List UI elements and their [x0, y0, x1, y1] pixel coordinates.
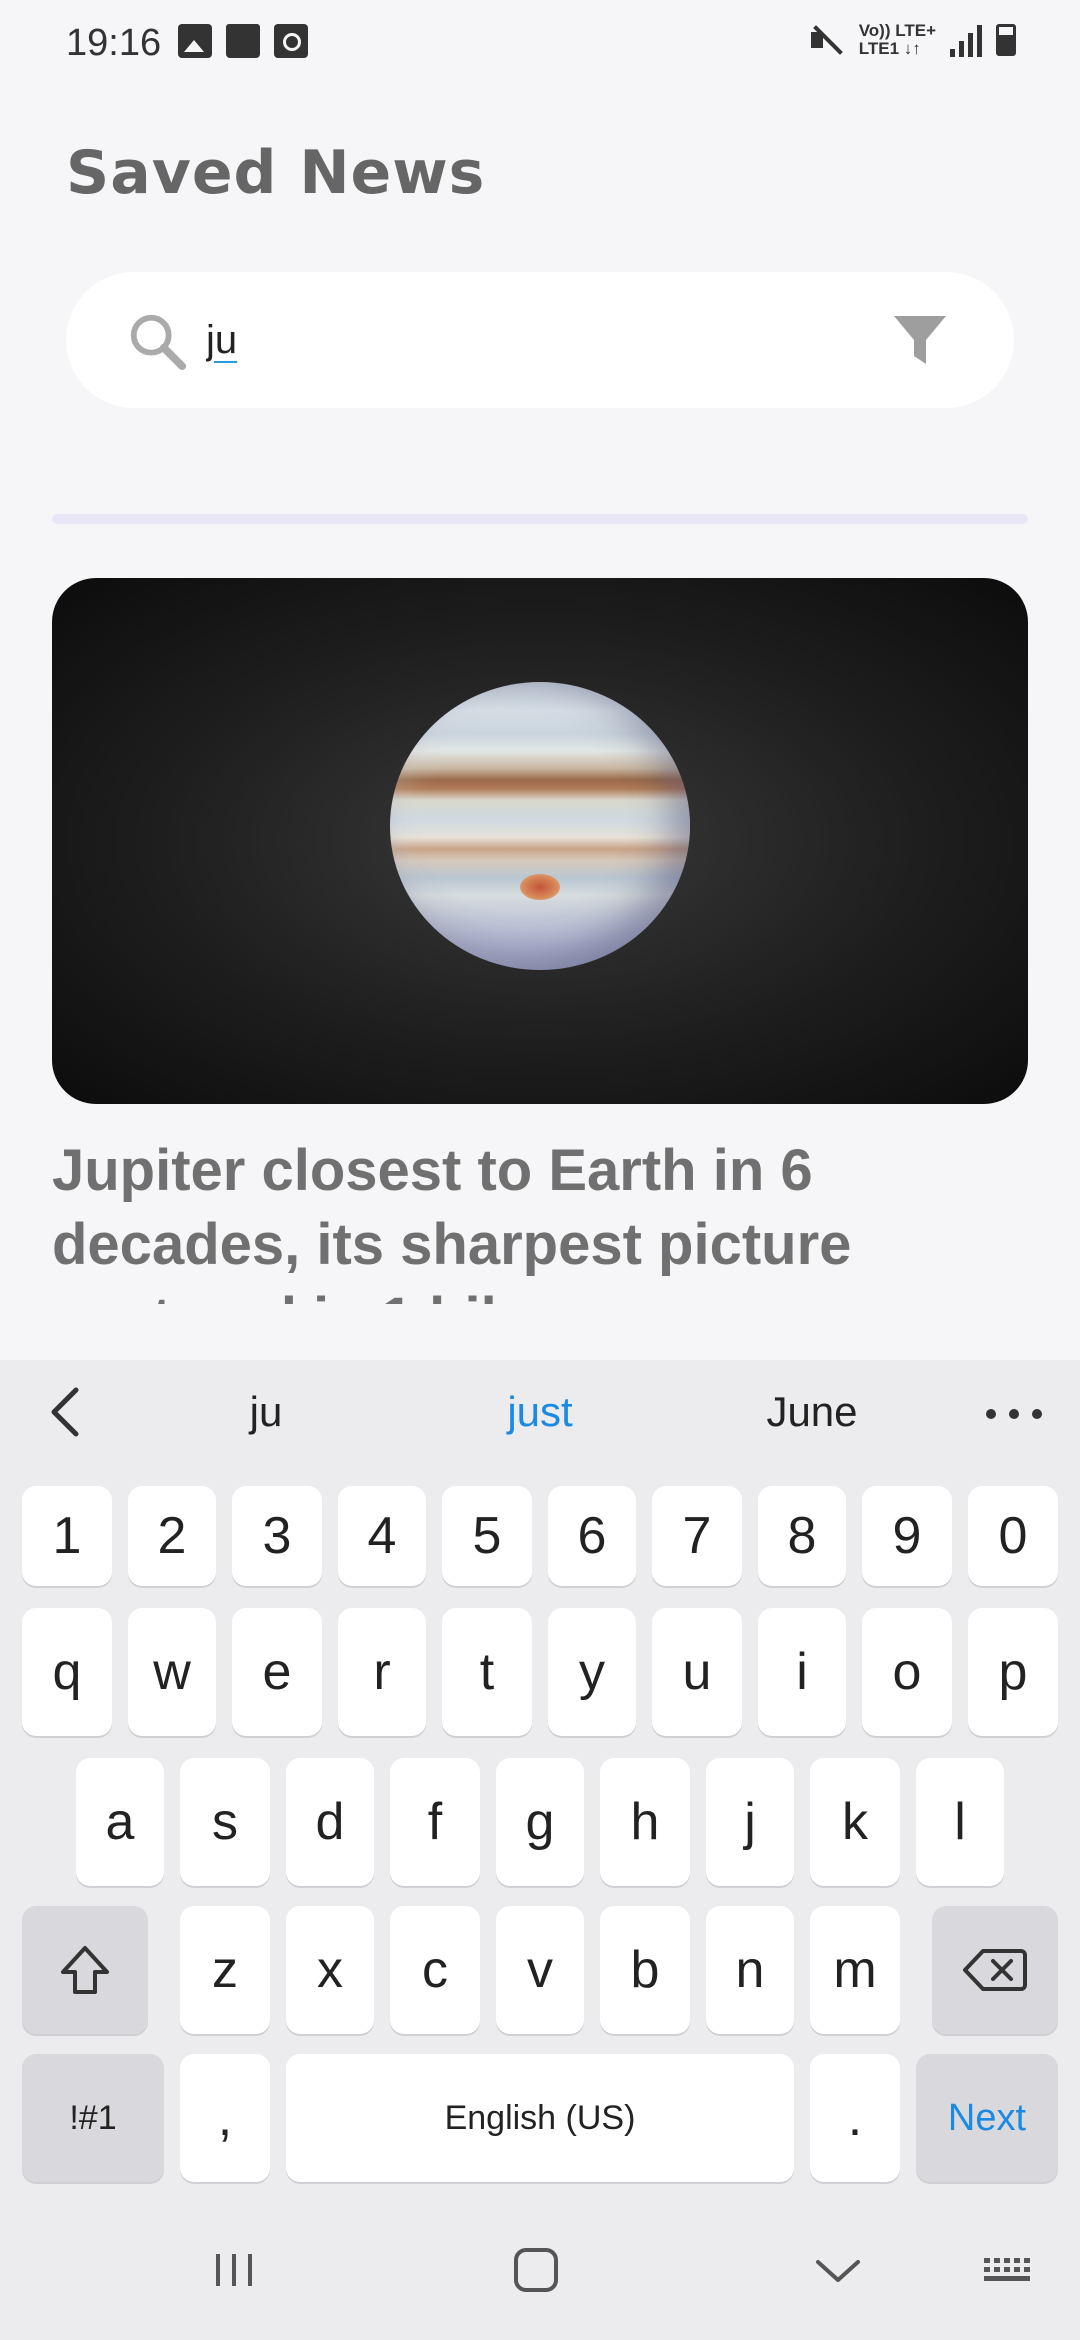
keyboard: ju just June 1 2 3 4 5 6 7 8 9 0 q w e r…: [0, 1360, 1080, 2340]
gallery-notification-icon: [178, 24, 212, 58]
key-b[interactable]: b: [600, 1906, 690, 2034]
period-key[interactable]: .: [810, 2054, 900, 2182]
key-6[interactable]: 6: [548, 1486, 636, 1586]
folder-notification-icon: [226, 24, 260, 58]
battery-icon: [996, 24, 1016, 56]
key-n[interactable]: n: [706, 1906, 794, 2034]
hide-keyboard-icon[interactable]: [808, 2248, 868, 2292]
key-i[interactable]: i: [758, 1608, 846, 1736]
key-3[interactable]: 3: [232, 1486, 322, 1586]
backspace-icon: [963, 1949, 1027, 1991]
key-8[interactable]: 8: [758, 1486, 846, 1586]
network-label-top: Vo)) LTE+: [858, 21, 936, 40]
filter-icon[interactable]: [892, 312, 948, 368]
key-s[interactable]: s: [180, 1758, 270, 1886]
jupiter-image: [390, 682, 690, 970]
search-bar[interactable]: [66, 272, 1014, 408]
article-image[interactable]: [52, 578, 1028, 1104]
article-title-cutoff: captured in 1 bil...: [52, 1286, 545, 1304]
key-2[interactable]: 2: [128, 1486, 216, 1586]
comma-key[interactable]: ,: [180, 2054, 270, 2182]
key-p[interactable]: p: [968, 1608, 1058, 1736]
divider: [52, 514, 1028, 524]
suggestion-1[interactable]: ju: [166, 1388, 366, 1436]
key-c[interactable]: c: [390, 1906, 480, 2034]
key-d[interactable]: d: [286, 1758, 374, 1886]
network-label: Vo)) LTE+ LTE1 ↓↑: [859, 22, 936, 58]
key-j[interactable]: j: [706, 1758, 794, 1886]
key-y[interactable]: y: [548, 1608, 636, 1736]
key-l[interactable]: l: [916, 1758, 1004, 1886]
key-7[interactable]: 7: [652, 1486, 742, 1586]
key-w[interactable]: w: [128, 1608, 216, 1736]
search-icon: [130, 314, 187, 371]
chevron-left-icon[interactable]: [40, 1384, 96, 1440]
symbols-key[interactable]: !#1: [22, 2054, 164, 2182]
network-label-bottom: LTE1 ↓↑: [858, 39, 921, 58]
key-r[interactable]: r: [338, 1608, 426, 1736]
home-icon[interactable]: [506, 2248, 566, 2292]
status-bar: 19:16 Vo)) LTE+ LTE1 ↓↑: [0, 0, 1080, 84]
key-g[interactable]: g: [496, 1758, 584, 1886]
key-o[interactable]: o: [862, 1608, 952, 1736]
key-m[interactable]: m: [810, 1906, 900, 2034]
next-key[interactable]: Next: [916, 2054, 1058, 2182]
article-title-text: Jupiter closest to Earth in 6 decades, i…: [52, 1138, 852, 1277]
notification-icons: [178, 24, 308, 58]
clock-notification-icon: [274, 24, 308, 58]
recent-apps-icon[interactable]: [204, 2248, 264, 2292]
suggestion-2[interactable]: just: [440, 1388, 640, 1436]
suggestion-bar: ju just June: [0, 1360, 1080, 1464]
mute-icon: [809, 22, 845, 58]
signal-icon: [950, 23, 982, 57]
key-0[interactable]: 0: [968, 1486, 1058, 1586]
shift-key[interactable]: [22, 1906, 148, 2034]
page-title: Saved News: [66, 138, 486, 208]
key-u[interactable]: u: [652, 1608, 742, 1736]
suggestion-3[interactable]: June: [712, 1388, 912, 1436]
key-q[interactable]: q: [22, 1608, 112, 1736]
key-1[interactable]: 1: [22, 1486, 112, 1586]
key-4[interactable]: 4: [338, 1486, 426, 1586]
shift-icon: [61, 1946, 109, 1994]
article-title[interactable]: Jupiter closest to Earth in 6 decades, i…: [52, 1134, 1028, 1304]
keyboard-icon[interactable]: [980, 2248, 1036, 2292]
key-f[interactable]: f: [390, 1758, 480, 1886]
backspace-key[interactable]: [932, 1906, 1058, 2034]
system-status-icons: Vo)) LTE+ LTE1 ↓↑: [809, 22, 1016, 58]
key-9[interactable]: 9: [862, 1486, 952, 1586]
navigation-bar: [0, 2200, 1080, 2340]
space-key[interactable]: English (US): [286, 2054, 794, 2182]
key-h[interactable]: h: [600, 1758, 690, 1886]
key-k[interactable]: k: [810, 1758, 900, 1886]
key-a[interactable]: a: [76, 1758, 164, 1886]
key-5[interactable]: 5: [442, 1486, 532, 1586]
key-t[interactable]: t: [442, 1608, 532, 1736]
status-time: 19:16: [66, 22, 162, 64]
key-x[interactable]: x: [286, 1906, 374, 2034]
great-red-spot: [520, 874, 560, 900]
key-e[interactable]: e: [232, 1608, 322, 1736]
more-dots-icon[interactable]: [986, 1386, 1042, 1442]
search-input[interactable]: [206, 312, 806, 368]
key-v[interactable]: v: [496, 1906, 584, 2034]
key-z[interactable]: z: [180, 1906, 270, 2034]
